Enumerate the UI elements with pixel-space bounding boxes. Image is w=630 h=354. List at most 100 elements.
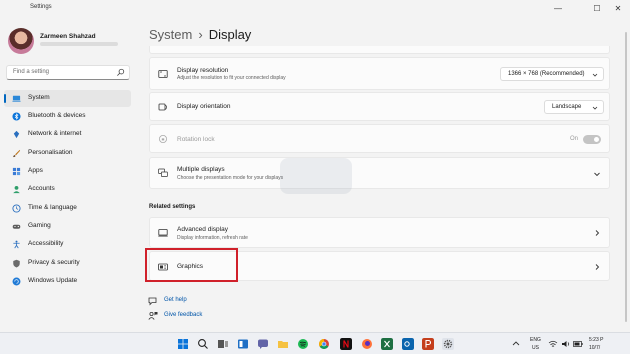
sidebar-item-label: Time & language [28,204,77,211]
region-indicator[interactable]: US [532,345,539,351]
gamepad-icon [12,224,21,229]
minimize-button[interactable]: — [548,2,568,16]
user-name: Zarmeen Shahzad [40,33,96,40]
sidebar-item-label: System [28,94,50,101]
feedback-icon [148,311,158,320]
sidebar-item-apps[interactable]: Apps [4,163,131,180]
sidebar-item-label: Accounts [28,185,55,192]
bluetooth-icon [12,112,21,121]
powerpoint-icon[interactable] [422,338,434,350]
breadcrumb-separator: › [198,27,203,42]
orientation-value: Landscape [552,104,582,110]
sidebar-item-label: Personalisation [28,149,73,156]
rotation-lock-title: Rotation lock [177,136,215,143]
title-bar: Settings — ☐ ✕ [0,0,630,20]
excel-icon[interactable] [381,338,393,350]
user-email-redacted [40,42,118,46]
sidebar-item-personalisation[interactable]: Personalisation [4,145,131,162]
resolution-subtitle: Adjust the resolution to fit your connec… [177,75,286,81]
previous-card-edge [149,46,610,54]
sidebar-item-privacy-security[interactable]: Privacy & security [4,255,131,272]
person-icon [13,185,20,194]
close-button[interactable]: ✕ [608,2,628,16]
task-view-icon[interactable] [217,338,229,350]
language-indicator[interactable]: ENG [530,337,541,343]
sidebar-item-network[interactable]: Network & internet [4,126,131,143]
chevron-right-icon [595,264,600,270]
file-explorer-icon[interactable] [277,338,289,350]
app-title: Settings [30,4,52,10]
windows-start-icon[interactable] [177,338,189,350]
advanced-display-subtitle: Display information, refresh rate [177,235,248,241]
sidebar-item-label: Privacy & security [28,259,80,266]
advanced-display-title: Advanced display [177,226,228,233]
give-feedback-label: Give feedback [164,312,203,318]
rotation-lock-card: Rotation lock On [149,124,610,153]
shield-icon [13,259,20,268]
outlook-icon[interactable] [402,338,414,350]
accessibility-icon [13,240,20,249]
widgets-icon[interactable] [237,338,249,350]
sidebar-item-label: Network & internet [28,130,82,137]
apps-icon [12,167,21,176]
orientation-dropdown[interactable]: Landscape [544,100,604,114]
monitor-icon [158,229,168,237]
resolution-icon [158,70,168,78]
battery-icon[interactable] [573,338,583,350]
display-orientation-card: Display orientation Landscape [149,92,610,121]
chevron-down-icon [592,106,598,110]
multiple-displays-card[interactable]: Multiple displays Choose the presentatio… [149,157,610,189]
sidebar-item-system[interactable]: System [4,90,131,107]
spotify-icon[interactable] [297,338,309,350]
page-title: Display [208,27,252,42]
chevron-down-icon[interactable] [593,170,601,178]
resolution-title: Display resolution [177,67,229,74]
rotation-lock-toggle[interactable] [583,135,601,144]
clock-time[interactable]: 5:23 P [589,337,603,343]
update-icon [12,277,21,286]
advanced-display-card[interactable]: Advanced display Display information, re… [149,217,610,248]
multiple-displays-icon [158,168,168,177]
sidebar-item-label: Bluetooth & devices [28,112,86,119]
sidebar-item-label: Gaming [28,222,51,229]
breadcrumb: System › Display [149,27,251,42]
volume-icon[interactable] [561,338,571,350]
breadcrumb-parent[interactable]: System [149,27,192,42]
display-resolution-card: Display resolution Adjust the resolution… [149,57,610,90]
sidebar-item-bluetooth[interactable]: Bluetooth & devices [4,108,131,125]
search-input[interactable]: Find a setting [6,65,130,80]
maximize-button[interactable]: ☐ [587,2,607,16]
firefox-icon[interactable] [361,338,373,350]
active-indicator [4,94,6,103]
sidebar: Zarmeen Shahzad Find a setting System Bl… [0,20,140,332]
brush-icon [13,149,21,158]
chrome-icon[interactable] [318,338,330,350]
avatar[interactable] [8,28,34,54]
toggle-knob [594,137,599,142]
settings-gear-icon[interactable] [442,338,454,350]
search-icon[interactable] [197,338,209,350]
sidebar-item-gaming[interactable]: Gaming [4,218,131,235]
chat-icon[interactable] [257,338,269,350]
resolution-dropdown[interactable]: 1366 × 768 (Recommended) [500,67,604,81]
netflix-icon[interactable] [340,338,352,350]
sidebar-item-accessibility[interactable]: Accessibility [4,236,131,253]
orientation-title: Display orientation [177,103,231,110]
scrollbar[interactable] [625,32,627,322]
graphics-highlight-box [145,248,238,282]
wifi-icon[interactable] [548,338,558,350]
globe-clock-icon [12,204,21,213]
chevron-down-icon [592,73,598,77]
search-icon[interactable] [116,68,125,77]
taskbar: ENG US 5:23 P 10/7/ [0,332,630,354]
rotation-lock-icon [159,135,167,143]
clock-date[interactable]: 10/7/ [589,345,600,351]
multiple-displays-title: Multiple displays [177,166,225,173]
sidebar-item-label: Windows Update [28,277,78,284]
chevron-up-icon[interactable] [511,338,521,350]
sidebar-item-accounts[interactable]: Accounts [4,181,131,198]
rotation-lock-state: On [569,136,578,142]
sidebar-item-windows-update[interactable]: Windows Update [4,273,131,290]
chevron-right-icon [595,230,600,236]
sidebar-item-time-language[interactable]: Time & language [4,200,131,217]
